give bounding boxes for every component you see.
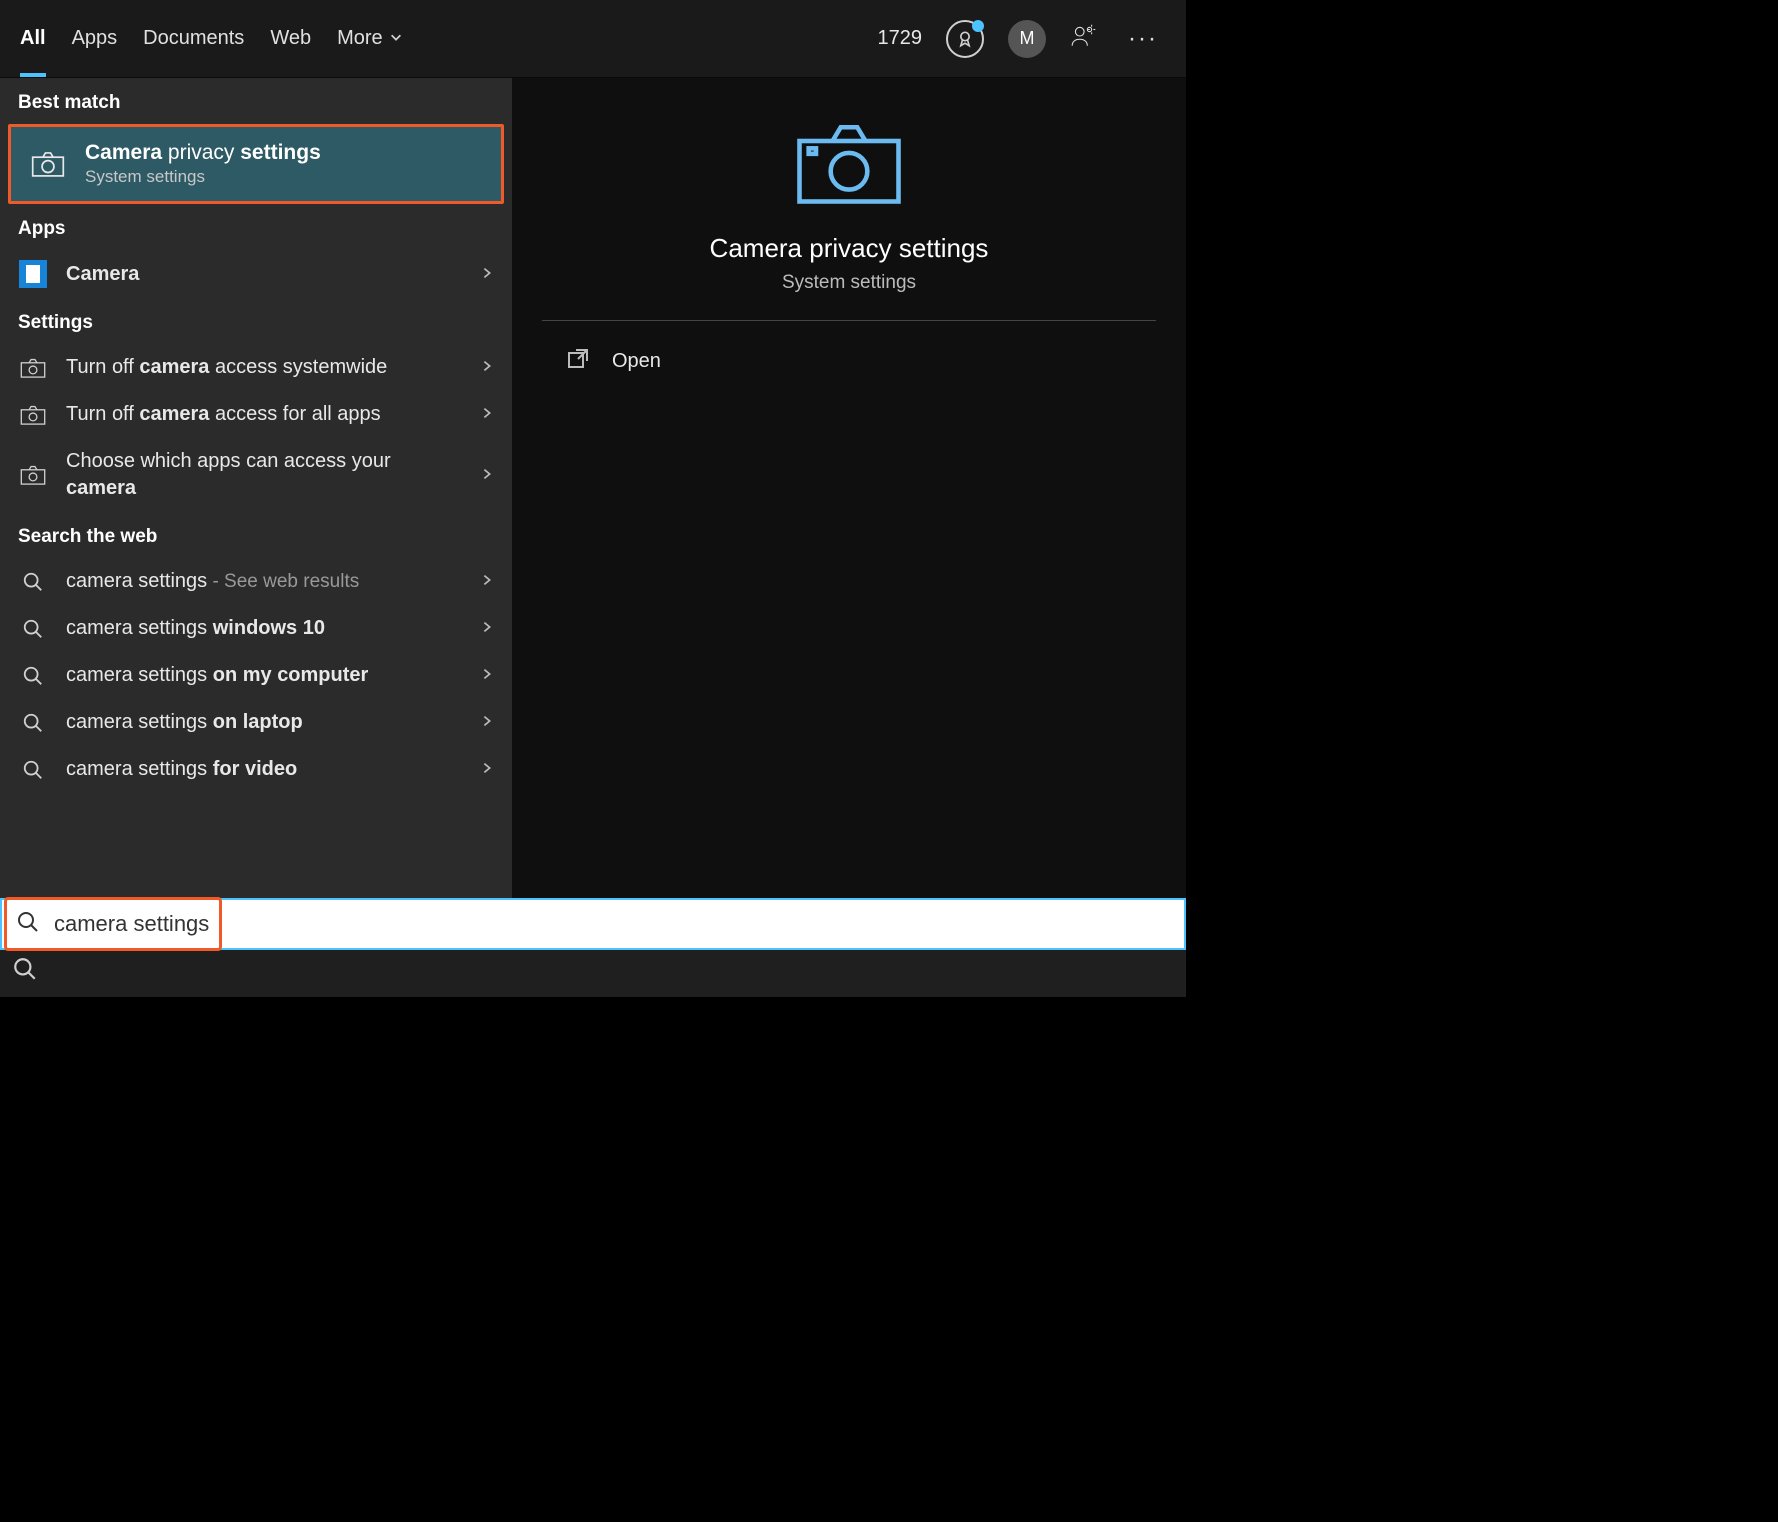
web-result-4[interactable]: camera settings for video [0,746,512,793]
web-result-label: camera settings for video [66,756,462,783]
setting-result-label: Turn off camera access systemwide [66,354,462,381]
best-match-subtitle: System settings [85,167,321,187]
tabs-bar: All Apps Documents Web More 1729 M ··· [0,0,1186,78]
web-result-label: camera settings windows 10 [66,615,462,642]
setting-result-label: Turn off camera access for all apps [66,401,462,428]
camera-icon [794,118,904,213]
best-match-text: Camera privacy settings System settings [85,141,321,187]
setting-result-1[interactable]: Turn off camera access for all apps [0,391,512,438]
people-icon[interactable] [1070,23,1096,54]
open-icon [566,347,590,376]
tab-more[interactable]: More [337,0,403,77]
web-result-2[interactable]: camera settings on my computer [0,652,512,699]
detail-subtitle: System settings [782,272,916,294]
tabs-left: All Apps Documents Web More [20,0,403,77]
search-bar[interactable] [0,898,1186,950]
search-icon [18,759,48,781]
main-split: Best match Camera privacy settings Syste… [0,78,1186,898]
camera-icon [18,404,48,426]
avatar[interactable]: M [1008,20,1046,58]
more-options-icon[interactable]: ··· [1120,25,1166,53]
web-result-label: camera settings on laptop [66,709,462,736]
chevron-right-icon [480,665,494,686]
chevron-right-icon [480,264,494,285]
detail-title: Camera privacy settings [710,233,989,264]
search-icon [18,571,48,593]
chevron-right-icon [480,759,494,780]
tab-apps[interactable]: Apps [72,0,118,77]
web-result-1[interactable]: camera settings windows 10 [0,605,512,652]
tab-more-label: More [337,27,383,50]
search-icon [18,665,48,687]
tab-documents[interactable]: Documents [143,0,244,77]
results-pane: Best match Camera privacy settings Syste… [0,78,512,898]
search-icon [18,618,48,640]
setting-result-label: Choose which apps can access your camera [66,448,462,502]
tab-all[interactable]: All [20,0,46,77]
search-window: All Apps Documents Web More 1729 M ··· [0,0,1186,997]
chevron-right-icon [480,465,494,486]
tab-web[interactable]: Web [270,0,311,77]
web-result-0[interactable]: camera settings - See web results [0,558,512,605]
notification-dot-icon [972,20,984,32]
apps-heading: Apps [0,204,512,250]
best-match-result[interactable]: Camera privacy settings System settings [8,124,504,204]
chevron-right-icon [480,357,494,378]
search-icon [18,712,48,734]
rewards-icon[interactable] [946,20,984,58]
app-result-camera[interactable]: Camera [0,250,512,298]
best-match-title: Camera privacy settings [85,141,321,165]
settings-heading: Settings [0,298,512,344]
open-label: Open [612,350,661,373]
chevron-right-icon [480,404,494,425]
tabs-right: 1729 M ··· [878,20,1166,58]
detail-header: Camera privacy settings System settings [542,78,1156,321]
detail-pane: Camera privacy settings System settings … [512,78,1186,898]
camera-icon [29,145,67,183]
setting-result-2[interactable]: Choose which apps can access your camera [0,438,512,512]
chevron-down-icon [389,27,403,50]
search-bar-area [0,898,1186,950]
taskbar-search-icon[interactable] [0,950,1186,997]
web-result-label: camera settings on my computer [66,662,462,689]
search-icon [2,910,54,939]
web-result-label: camera settings - See web results [66,568,462,595]
web-heading: Search the web [0,512,512,558]
rewards-points: 1729 [878,27,923,50]
web-result-3[interactable]: camera settings on laptop [0,699,512,746]
open-action[interactable]: Open [512,321,1186,402]
camera-icon [18,357,48,379]
app-result-label: Camera [66,261,462,288]
chevron-right-icon [480,618,494,639]
chevron-right-icon [480,712,494,733]
camera-icon [18,464,48,486]
search-input[interactable] [54,900,1184,948]
best-match-heading: Best match [0,78,512,124]
setting-result-0[interactable]: Turn off camera access systemwide [0,344,512,391]
app-icon [18,260,48,288]
chevron-right-icon [480,571,494,592]
